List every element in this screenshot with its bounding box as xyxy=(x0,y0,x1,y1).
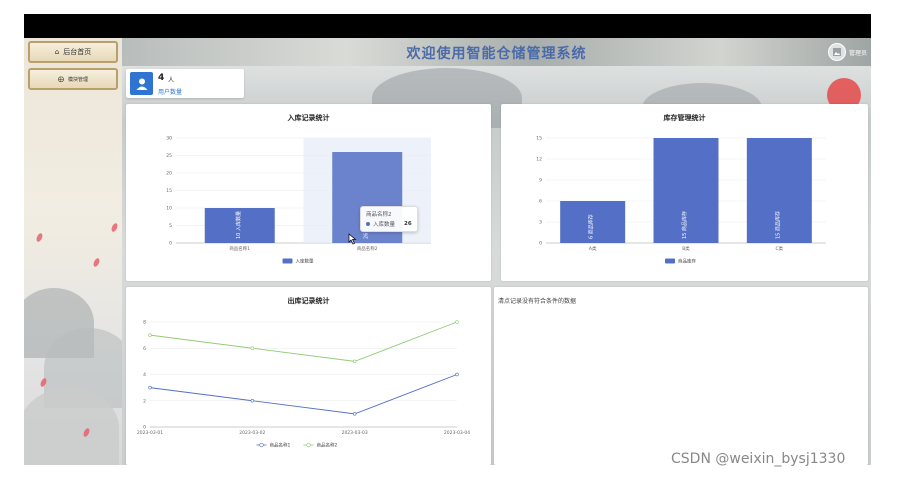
data-point xyxy=(455,372,459,377)
x-tick-label: 2023-03-04 xyxy=(444,430,470,436)
data-point xyxy=(352,359,357,364)
tooltip-title: 商品名称2 xyxy=(366,212,392,218)
sidebar-item-home[interactable]: ⌂ 后台首页 xyxy=(28,41,118,63)
series-line xyxy=(149,321,458,362)
y-tick-label: 9 xyxy=(539,178,542,184)
y-tick-label: 12 xyxy=(536,157,542,163)
y-tick-label: 5 xyxy=(169,223,172,229)
y-tick-label: 6 xyxy=(539,199,542,205)
legend-label: 商品名称2 xyxy=(317,442,338,449)
y-tick-label: 30 xyxy=(166,136,172,142)
data-point xyxy=(148,333,152,337)
screenshot-stage: ⌂ 后台首页 ⨁ 模块管理 欢迎使用智能仓储管理系统 管理员 4 人 用户数量 … xyxy=(0,0,902,480)
petal-decoration xyxy=(110,222,119,233)
bar-value-label: 15 商品库存 xyxy=(681,211,688,239)
inventory-bar-chart[interactable]: 0 3 6 9 12 15 6 商品库存 A类 15 商品库存 B类 15 商品库存 C类商品库存 xyxy=(501,104,868,281)
sidebar-item-modules[interactable]: ⨁ 模块管理 xyxy=(28,68,118,90)
user-icon xyxy=(130,72,153,95)
x-tick-label: C类 xyxy=(776,245,784,252)
x-tick-label: B类 xyxy=(682,245,690,252)
legend-marker xyxy=(306,442,311,448)
x-tick-label: A类 xyxy=(589,245,597,252)
y-tick-label: 15 xyxy=(536,136,542,142)
y-tick-label: 0 xyxy=(539,241,542,247)
inbound-chart-panel: 入库记录统计 05101520253010 入库数量商品名称126 入库数量商品… xyxy=(126,104,491,281)
y-tick-label: 0 xyxy=(143,425,146,431)
y-tick-label: 0 xyxy=(169,241,172,247)
outbound-line-chart[interactable]: 0 2 4 6 8 2023-03-01 2023-03-02 2023-03-03 2023-… xyxy=(126,287,491,465)
x-tick-label: 2023-03-02 xyxy=(239,430,265,436)
user-menu[interactable]: 管理员 xyxy=(827,43,867,61)
main-content: 欢迎使用智能仓储管理系统 管理员 4 人 用户数量 入库记录统计 0 5 10 … xyxy=(122,38,871,465)
petal-decoration xyxy=(92,257,101,268)
app-window: ⌂ 后台首页 ⨁ 模块管理 欢迎使用智能仓储管理系统 管理员 4 人 用户数量 … xyxy=(24,38,871,465)
legend-label: 商品名称1 xyxy=(270,442,291,449)
user-count-unit: 人 xyxy=(168,77,175,84)
y-tick-label: 25 xyxy=(166,153,172,159)
legend-marker xyxy=(665,258,675,264)
x-tick-label: 2023-03-01 xyxy=(137,430,163,436)
mouse-cursor-icon xyxy=(348,233,357,245)
stocktake-panel: 清点记录没有符合条件的数据 xyxy=(494,287,868,465)
chart-tooltip: 商品名称2 入库数量 26 xyxy=(360,206,418,232)
tooltip-row: 入库数量 26 xyxy=(366,220,412,228)
y-tick-label: 3 xyxy=(539,220,542,226)
y-tick-label: 6 xyxy=(143,346,146,352)
bar-value-label: 15 商品库存 xyxy=(774,211,781,239)
legend-marker xyxy=(282,258,293,264)
y-tick-label: 10 xyxy=(166,206,172,212)
admin-name[interactable]: 管理员 xyxy=(849,48,867,57)
series-line xyxy=(149,374,458,415)
sidebar: ⌂ 后台首页 ⨁ 模块管理 xyxy=(24,38,134,465)
home-icon: ⌂ xyxy=(54,48,60,56)
x-tick-label: 商品名称1 xyxy=(229,245,250,252)
tooltip-series-dot xyxy=(366,222,370,226)
browser-top-bar xyxy=(24,14,871,38)
grid-icon: ⨁ xyxy=(57,75,64,83)
y-tick-label: 4 xyxy=(143,372,146,378)
tooltip-series-name: 入库数量 xyxy=(373,222,396,228)
user-count-value: 4 xyxy=(158,73,165,83)
data-point xyxy=(148,385,152,390)
x-tick-label: 商品名称2 xyxy=(357,245,378,252)
sidebar-item-label: 模块管理 xyxy=(67,76,88,83)
data-point xyxy=(250,399,255,403)
inventory-chart-panel: 库存管理统计 0 3 6 9 12 15 6 商品库存 A类 15 商品库存 B类 15 商品库存 C… xyxy=(501,104,868,281)
user-avatar-icon[interactable] xyxy=(827,43,846,61)
bar-value-label: 10 入库数量 xyxy=(235,211,242,239)
watermark: CSDN @weixin_bysj1330 xyxy=(671,451,846,467)
legend-label: 商品库存 xyxy=(678,258,696,265)
user-count-label: 用户数量 xyxy=(158,89,183,96)
data-point xyxy=(352,412,357,416)
page-title: 欢迎使用智能仓储管理系统 xyxy=(406,46,587,62)
inbound-bar-chart[interactable]: 05101520253010 入库数量商品名称126 入库数量商品名称2入库数量 xyxy=(126,104,491,281)
legend-label: 入库数量 xyxy=(296,258,314,265)
y-tick-label: 8 xyxy=(143,320,146,326)
sidebar-mountain-decoration xyxy=(24,388,119,465)
x-tick-label: 2023-03-03 xyxy=(342,430,368,436)
outbound-chart-panel: 出库记录统计 0 2 4 6 8 2023-03-01 2023-03-02 2023-03-… xyxy=(126,287,491,465)
bar-value-label: 6 商品库存 xyxy=(588,214,595,239)
y-tick-label: 20 xyxy=(166,171,172,177)
user-count-card: 4 人 用户数量 xyxy=(126,69,244,98)
petal-decoration xyxy=(35,232,44,243)
legend-marker xyxy=(259,442,264,448)
empty-state-text: 清点记录没有符合条件的数据 xyxy=(498,298,577,305)
y-tick-label: 2 xyxy=(143,398,146,404)
sidebar-item-label: 后台首页 xyxy=(63,48,92,56)
tooltip-value: 26 xyxy=(404,221,412,227)
y-tick-label: 15 xyxy=(166,188,172,194)
data-point xyxy=(455,320,459,324)
header-banner: 欢迎使用智能仓储管理系统 管理员 xyxy=(122,38,871,66)
data-point xyxy=(250,346,255,350)
